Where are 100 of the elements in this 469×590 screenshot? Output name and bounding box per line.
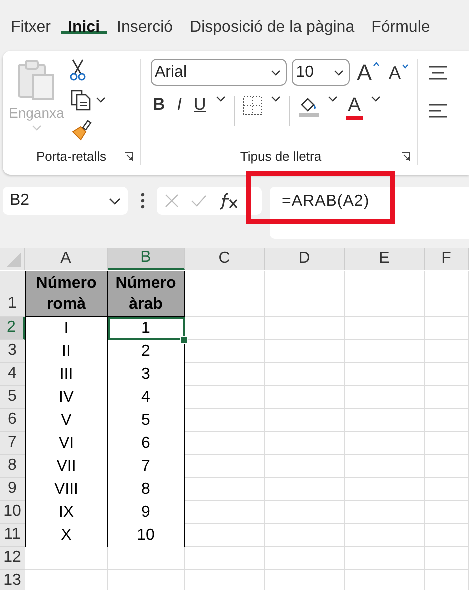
empty-cell[interactable]: [265, 317, 345, 340]
empty-cell[interactable]: [185, 501, 265, 524]
column-header[interactable]: C: [185, 248, 265, 270]
dialog-launcher-icon[interactable]: [124, 152, 134, 162]
scissors-icon[interactable]: [70, 59, 86, 81]
row-header[interactable]: 4: [0, 363, 25, 386]
column-header[interactable]: E: [345, 248, 425, 270]
row-header[interactable]: 8: [0, 455, 25, 478]
empty-cell[interactable]: [265, 386, 345, 409]
caret-icon[interactable]: [328, 96, 338, 102]
empty-cell[interactable]: [185, 432, 265, 455]
ribbon-tab[interactable]: Fórmule: [364, 16, 438, 34]
column-header[interactable]: B: [108, 248, 185, 270]
italic-button[interactable]: I: [175, 96, 184, 113]
row-header[interactable]: 6: [0, 409, 25, 432]
empty-cell[interactable]: [425, 340, 469, 363]
empty-cell[interactable]: [425, 386, 469, 409]
caret-icon[interactable]: [216, 96, 226, 102]
empty-cell[interactable]: [185, 524, 265, 547]
font-size-dropdown[interactable]: 10: [292, 59, 350, 86]
empty-cell[interactable]: [185, 409, 265, 432]
empty-cell[interactable]: [345, 271, 425, 317]
ribbon-tab[interactable]: Disposició de la pàgina: [183, 16, 362, 34]
row-header[interactable]: 7: [0, 432, 25, 455]
dialog-launcher-icon[interactable]: [401, 152, 411, 162]
empty-cell[interactable]: [425, 501, 469, 524]
empty-cell[interactable]: [185, 455, 265, 478]
empty-cell[interactable]: [265, 432, 345, 455]
empty-cell[interactable]: [345, 524, 425, 547]
empty-cell[interactable]: [425, 547, 469, 570]
underline-button[interactable]: U: [192, 96, 208, 113]
empty-cell[interactable]: [425, 317, 469, 340]
empty-cell[interactable]: [425, 363, 469, 386]
align-center-icon[interactable]: [428, 65, 448, 81]
fill-color-icon[interactable]: [298, 96, 320, 118]
checkmark-icon[interactable]: [191, 195, 207, 207]
row-header[interactable]: 3: [0, 340, 25, 363]
empty-cell[interactable]: [425, 455, 469, 478]
empty-cell[interactable]: [345, 455, 425, 478]
column-header[interactable]: A: [25, 248, 108, 270]
empty-cell[interactable]: [345, 386, 425, 409]
empty-cell[interactable]: [185, 547, 265, 570]
empty-cell[interactable]: [185, 317, 265, 340]
empty-cell[interactable]: [265, 271, 345, 317]
empty-cell[interactable]: [345, 317, 425, 340]
row-header[interactable]: 9: [0, 478, 25, 501]
increase-font-size-button[interactable]: A: [355, 62, 382, 84]
empty-cell[interactable]: [265, 478, 345, 501]
empty-cell[interactable]: [425, 478, 469, 501]
empty-cell[interactable]: [108, 547, 185, 570]
caret-icon[interactable]: [96, 97, 106, 103]
row-header[interactable]: 2: [0, 317, 25, 340]
more-options-icon[interactable]: [140, 192, 146, 210]
empty-cell[interactable]: [185, 478, 265, 501]
empty-cell[interactable]: [345, 409, 425, 432]
row-header[interactable]: 5: [0, 386, 25, 409]
empty-cell[interactable]: [345, 547, 425, 570]
empty-cell[interactable]: [185, 363, 265, 386]
empty-cell[interactable]: [265, 501, 345, 524]
caret-icon[interactable]: [370, 96, 381, 102]
formula-input[interactable]: =ARAB(A2): [270, 187, 469, 239]
column-header[interactable]: D: [265, 248, 345, 270]
caret-icon[interactable]: [271, 96, 282, 102]
empty-cell[interactable]: [425, 432, 469, 455]
select-all-corner[interactable]: [0, 248, 25, 270]
row-header[interactable]: 11: [0, 524, 25, 547]
empty-cell[interactable]: [185, 340, 265, 363]
copy-icon[interactable]: [70, 89, 92, 111]
empty-cell[interactable]: [265, 524, 345, 547]
ribbon-tab[interactable]: Fitxer: [4, 16, 58, 34]
row-header[interactable]: 12: [0, 547, 25, 570]
empty-cell[interactable]: [345, 501, 425, 524]
empty-cell[interactable]: [265, 547, 345, 570]
cancel-icon[interactable]: [165, 194, 179, 208]
function-icon[interactable]: [219, 192, 239, 210]
font-color-button[interactable]: A: [346, 96, 363, 120]
row-header[interactable]: 10: [0, 501, 25, 524]
row-header[interactable]: 13: [0, 570, 25, 590]
column-header[interactable]: F: [425, 248, 469, 270]
align-left-icon[interactable]: [428, 103, 448, 119]
borders-icon[interactable]: [243, 96, 264, 116]
empty-cell[interactable]: [425, 524, 469, 547]
paintbrush-icon[interactable]: [70, 119, 92, 141]
empty-cell[interactable]: [345, 340, 425, 363]
empty-cell[interactable]: [345, 432, 425, 455]
bold-button[interactable]: B: [151, 96, 168, 113]
ribbon-tab[interactable]: Inserció: [110, 16, 180, 34]
empty-cell[interactable]: [265, 340, 345, 363]
fill-handle[interactable]: [180, 336, 188, 344]
empty-cell[interactable]: [345, 478, 425, 501]
empty-cell[interactable]: [185, 386, 265, 409]
empty-cell[interactable]: [425, 409, 469, 432]
name-box[interactable]: B2: [3, 187, 128, 215]
decrease-font-size-button[interactable]: A: [386, 64, 411, 82]
empty-cell[interactable]: [265, 409, 345, 432]
empty-cell[interactable]: [265, 363, 345, 386]
font-family-dropdown[interactable]: Arial: [151, 59, 288, 86]
empty-cell[interactable]: [345, 363, 425, 386]
empty-cell[interactable]: [265, 455, 345, 478]
row-header[interactable]: 1: [0, 271, 25, 317]
